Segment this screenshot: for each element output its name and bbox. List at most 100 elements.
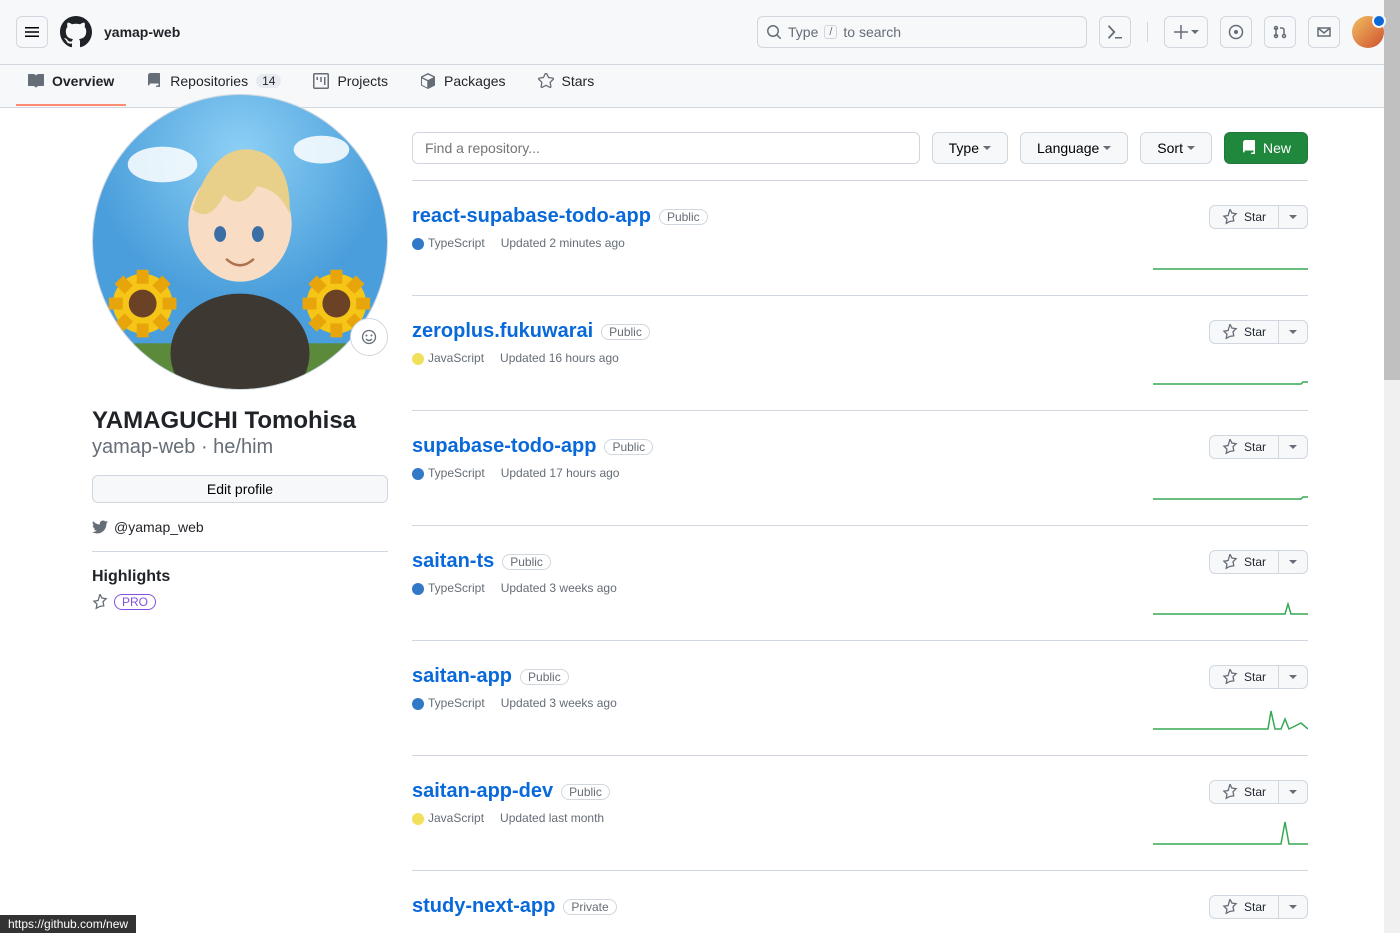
visibility-badge: Public bbox=[520, 669, 569, 685]
username-text: yamap-web bbox=[92, 436, 195, 458]
caret-down-icon bbox=[1289, 675, 1297, 679]
type-label: Type bbox=[949, 140, 979, 156]
visibility-badge: Public bbox=[502, 554, 551, 570]
scroll-thumb[interactable] bbox=[1384, 0, 1400, 380]
repo-count: 14 bbox=[256, 74, 281, 88]
create-new-button[interactable] bbox=[1164, 16, 1208, 48]
twitter-handle: @yamap_web bbox=[114, 519, 204, 535]
activity-sparkline bbox=[1153, 701, 1308, 731]
star-dropdown[interactable] bbox=[1279, 205, 1308, 229]
type-filter[interactable]: Type bbox=[932, 132, 1008, 164]
visibility-badge: Public bbox=[659, 209, 708, 225]
issues-button[interactable] bbox=[1220, 16, 1252, 48]
divider bbox=[1147, 22, 1148, 42]
caret-down-icon bbox=[1289, 790, 1297, 794]
activity-sparkline bbox=[1153, 816, 1308, 846]
caret-down-icon bbox=[1289, 215, 1297, 219]
profile-username: yamap-web · he/him bbox=[92, 436, 388, 459]
star-label: Star bbox=[1244, 785, 1266, 799]
repo-link[interactable]: supabase-todo-app bbox=[412, 435, 596, 458]
star-button[interactable]: Star bbox=[1209, 550, 1279, 574]
star-button[interactable]: Star bbox=[1209, 895, 1279, 919]
repo-link[interactable]: zeroplus.fukuwarai bbox=[412, 320, 593, 343]
star-button[interactable]: Star bbox=[1209, 320, 1279, 344]
caret-down-icon bbox=[1289, 905, 1297, 909]
repo-updated: Updated 3 weeks ago bbox=[501, 696, 617, 710]
profile-name: YAMAGUCHI Tomohisa bbox=[92, 406, 388, 436]
star-outline-icon bbox=[1222, 554, 1238, 570]
set-status-button[interactable] bbox=[350, 318, 388, 356]
repo-row: saitan-app-dev Public JavaScript Updated… bbox=[412, 755, 1308, 870]
issue-icon bbox=[1228, 24, 1244, 40]
repo-updated: Updated 16 hours ago bbox=[500, 351, 619, 365]
pull-requests-button[interactable] bbox=[1264, 16, 1296, 48]
star-button[interactable]: Star bbox=[1209, 780, 1279, 804]
avatar-illustration bbox=[93, 95, 387, 389]
star-dropdown[interactable] bbox=[1279, 435, 1308, 459]
highlights-title: Highlights bbox=[92, 568, 388, 586]
star-outline-icon bbox=[92, 594, 108, 610]
search-hint-suffix: to search bbox=[843, 24, 901, 40]
caret-down-icon bbox=[1191, 30, 1199, 34]
star-button[interactable]: Star bbox=[1209, 435, 1279, 459]
sort-label: Sort bbox=[1157, 140, 1183, 156]
star-label: Star bbox=[1244, 325, 1266, 339]
repo-language: JavaScript bbox=[412, 811, 484, 825]
user-avatar[interactable] bbox=[1352, 16, 1384, 48]
context-name[interactable]: yamap-web bbox=[104, 24, 180, 40]
filter-row: Type Language Sort New bbox=[412, 132, 1308, 164]
repo-link[interactable]: saitan-app bbox=[412, 665, 512, 688]
twitter-icon bbox=[92, 519, 108, 535]
tab-stars[interactable]: Stars bbox=[526, 65, 607, 107]
caret-down-icon bbox=[1103, 146, 1111, 150]
language-filter[interactable]: Language bbox=[1020, 132, 1128, 164]
new-label: New bbox=[1263, 140, 1291, 156]
repo-link[interactable]: saitan-ts bbox=[412, 550, 494, 573]
tab-packages-label: Packages bbox=[444, 73, 505, 89]
repo-row: saitan-ts Public TypeScript Updated 3 we… bbox=[412, 525, 1308, 640]
tab-overview-label: Overview bbox=[52, 73, 114, 89]
star-label: Star bbox=[1244, 670, 1266, 684]
star-button[interactable]: Star bbox=[1209, 205, 1279, 229]
tab-packages[interactable]: Packages bbox=[408, 65, 517, 107]
terminal-icon bbox=[1107, 24, 1123, 40]
repo-link[interactable]: react-supabase-todo-app bbox=[412, 205, 651, 228]
repo-language: TypeScript bbox=[412, 236, 485, 250]
notifications-button[interactable] bbox=[1308, 16, 1340, 48]
repo-updated: Updated last month bbox=[500, 811, 604, 825]
repo-icon bbox=[1241, 140, 1257, 156]
star-label: Star bbox=[1244, 210, 1266, 224]
sort-filter[interactable]: Sort bbox=[1140, 132, 1212, 164]
star-dropdown[interactable] bbox=[1279, 895, 1308, 919]
repo-link[interactable]: saitan-app-dev bbox=[412, 780, 553, 803]
new-repo-button[interactable]: New bbox=[1224, 132, 1308, 164]
star-dropdown[interactable] bbox=[1279, 550, 1308, 574]
scrollbar[interactable] bbox=[1384, 0, 1400, 933]
star-dropdown[interactable] bbox=[1279, 780, 1308, 804]
repo-link[interactable]: study-next-app bbox=[412, 895, 555, 918]
github-logo-icon[interactable] bbox=[60, 16, 92, 48]
star-label: Star bbox=[1244, 555, 1266, 569]
pr-icon bbox=[1272, 24, 1288, 40]
highlight-pro: PRO bbox=[92, 594, 388, 610]
visibility-badge: Public bbox=[601, 324, 650, 340]
star-button[interactable]: Star bbox=[1209, 665, 1279, 689]
repo-row: saitan-app Public TypeScript Updated 3 w… bbox=[412, 640, 1308, 755]
find-repo-input[interactable] bbox=[412, 132, 920, 164]
menu-button[interactable] bbox=[16, 16, 48, 48]
smiley-icon bbox=[361, 329, 377, 345]
package-icon bbox=[420, 73, 436, 89]
star-dropdown[interactable] bbox=[1279, 665, 1308, 689]
status-bar: https://github.com/new bbox=[0, 915, 136, 933]
repo-language: TypeScript bbox=[412, 466, 485, 480]
search-input[interactable]: Type / to search bbox=[757, 16, 1087, 48]
edit-profile-button[interactable]: Edit profile bbox=[92, 475, 388, 503]
star-outline-icon bbox=[1222, 439, 1238, 455]
book-icon bbox=[28, 73, 44, 89]
caret-down-icon bbox=[1289, 560, 1297, 564]
twitter-link[interactable]: @yamap_web bbox=[92, 519, 388, 535]
star-dropdown[interactable] bbox=[1279, 320, 1308, 344]
profile-avatar[interactable] bbox=[92, 94, 388, 390]
command-palette-button[interactable] bbox=[1099, 16, 1131, 48]
repo-row: react-supabase-todo-app Public TypeScrip… bbox=[412, 180, 1308, 295]
